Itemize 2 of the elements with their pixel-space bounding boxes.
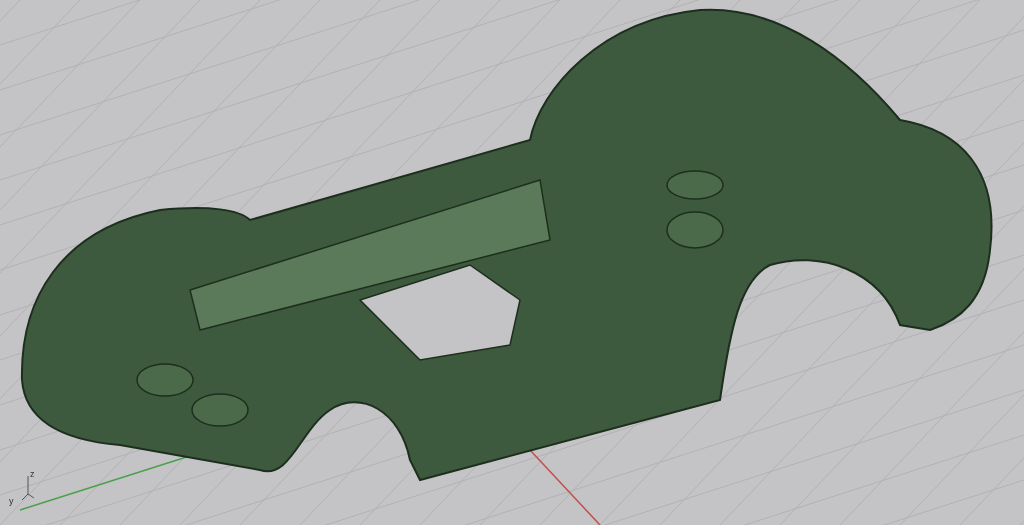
axis-label: y [9, 497, 14, 506]
axis-label: z [30, 470, 35, 479]
